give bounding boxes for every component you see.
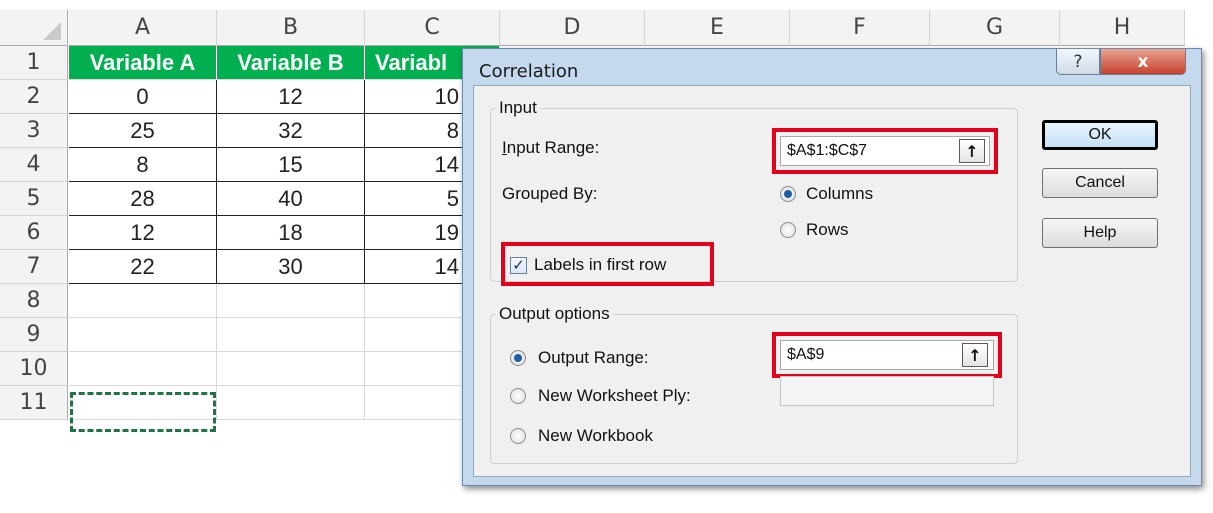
new-worksheet-radio[interactable] (510, 388, 526, 404)
cell-a4[interactable]: 8 (69, 148, 217, 182)
column-header-e[interactable]: E (645, 10, 790, 46)
column-header-b[interactable]: B (217, 10, 365, 46)
labels-checkbox-highlight (501, 242, 714, 286)
input-group-label: Input (496, 98, 540, 118)
cell-a10[interactable] (69, 352, 217, 386)
row-header-6[interactable]: 6 (0, 216, 68, 250)
columns-radio[interactable] (780, 186, 796, 202)
cell-b5[interactable]: 40 (217, 182, 365, 216)
column-header-a[interactable]: A (69, 10, 217, 46)
cell-a2[interactable]: 0 (69, 80, 217, 114)
ok-button[interactable]: OK (1042, 120, 1158, 150)
rows-radio-label[interactable]: Rows (806, 220, 849, 240)
cell-a8[interactable] (69, 284, 217, 318)
cell-b6[interactable]: 18 (217, 216, 365, 250)
grouped-by-label: Grouped By: (502, 184, 598, 203)
row-header-2[interactable]: 2 (0, 80, 68, 114)
row-header-3[interactable]: 3 (0, 114, 68, 148)
help-button[interactable]: Help (1042, 218, 1158, 248)
column-header-c[interactable]: C (365, 10, 500, 46)
column-header-h[interactable]: H (1060, 10, 1185, 46)
cell-b3[interactable]: 32 (217, 114, 365, 148)
row-header-5[interactable]: 5 (0, 182, 68, 216)
new-worksheet-label[interactable]: New Worksheet Ply: (538, 386, 691, 406)
correlation-dialog: Correlation ? x Input Input Range: $A$1:… (462, 48, 1202, 486)
cell-a3[interactable]: 25 (69, 114, 217, 148)
columns-radio-label[interactable]: Columns (806, 184, 873, 204)
new-workbook-radio[interactable] (510, 428, 526, 444)
cell-a9[interactable] (69, 318, 217, 352)
row-header-7[interactable]: 7 (0, 250, 68, 284)
dialog-body: Input Input Range: $A$1:$C$7 ↑ Grouped B… (473, 85, 1191, 477)
dialog-title: Correlation (479, 61, 579, 82)
cell-b8[interactable] (217, 284, 365, 318)
row-header-8[interactable]: 8 (0, 284, 68, 318)
row-header-9[interactable]: 9 (0, 318, 68, 352)
column-header-d[interactable]: D (500, 10, 645, 46)
select-all-corner[interactable] (0, 10, 68, 46)
new-worksheet-field[interactable] (780, 376, 994, 406)
new-workbook-label[interactable]: New Workbook (538, 426, 653, 446)
row-header-11[interactable]: 11 (0, 386, 68, 420)
cell-b7[interactable]: 30 (217, 250, 365, 284)
cancel-button[interactable]: Cancel (1042, 168, 1158, 198)
row-header-4[interactable]: 4 (0, 148, 68, 182)
output-range-highlight (772, 332, 1002, 378)
cell-a5[interactable]: 28 (69, 182, 217, 216)
column-header-f[interactable]: F (790, 10, 930, 46)
input-range-highlight (772, 128, 998, 174)
close-icon[interactable]: x (1100, 49, 1186, 75)
output-range-radio[interactable] (510, 350, 526, 366)
cell-b10[interactable] (217, 352, 365, 386)
header-cell-a1[interactable]: Variable A (69, 46, 217, 80)
select-all-icon (43, 22, 61, 40)
cell-a7[interactable]: 22 (69, 250, 217, 284)
column-header-g[interactable]: G (930, 10, 1060, 46)
cell-b2[interactable]: 12 (217, 80, 365, 114)
help-icon[interactable]: ? (1056, 49, 1100, 75)
output-group-label: Output options (496, 304, 613, 324)
header-cell-b1[interactable]: Variable B (217, 46, 365, 80)
row-header-1[interactable]: 1 (0, 46, 68, 80)
copy-selection-marquee (70, 392, 216, 432)
cell-b9[interactable] (217, 318, 365, 352)
cell-a6[interactable]: 12 (69, 216, 217, 250)
cell-b11[interactable] (217, 386, 365, 420)
output-range-label[interactable]: Output Range: (538, 348, 649, 368)
input-range-label: Input Range: (502, 138, 600, 157)
cell-b4[interactable]: 15 (217, 148, 365, 182)
row-header-10[interactable]: 10 (0, 352, 68, 386)
rows-radio[interactable] (780, 222, 796, 238)
